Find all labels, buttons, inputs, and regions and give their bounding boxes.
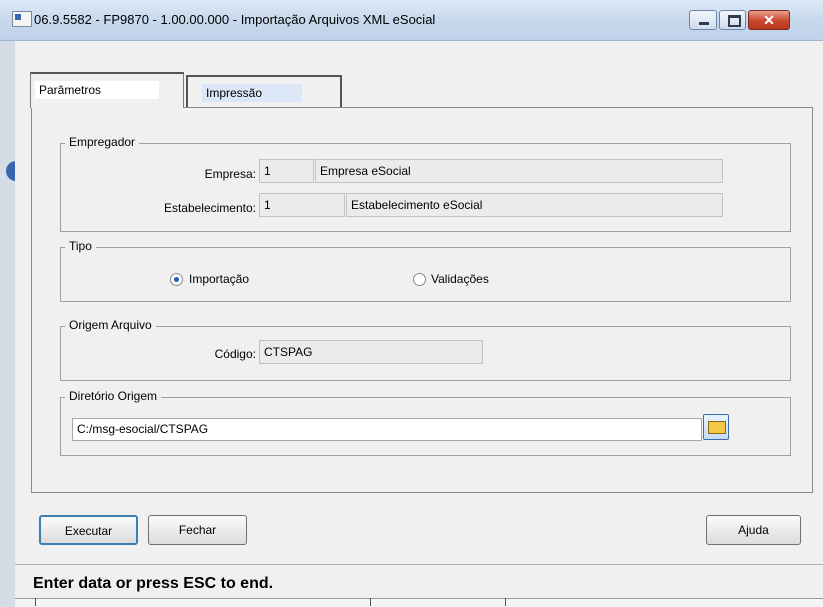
group-diretorio-legend: Diretório Origem (65, 389, 162, 403)
estabelecimento-code-field[interactable]: 1 (259, 193, 345, 217)
group-empregador: Empregador (60, 135, 791, 232)
minimize-button[interactable] (689, 10, 717, 30)
divider (505, 598, 506, 606)
empresa-label: Empresa: (204, 167, 256, 181)
radio-validacoes-label[interactable]: Validações (431, 272, 489, 286)
estabelecimento-label: Estabelecimento: (163, 201, 256, 215)
maximize-button[interactable] (719, 10, 746, 30)
estabelecimento-name-field[interactable]: Estabelecimento eSocial (346, 193, 723, 217)
radio-validacoes[interactable] (413, 273, 426, 286)
close-button[interactable]: ✕ (748, 10, 790, 30)
tab-parametros-label: Parâmetros (35, 81, 159, 99)
tab-parametros[interactable]: Parâmetros (30, 72, 184, 108)
maximize-icon (728, 15, 741, 27)
fechar-button[interactable]: Fechar (148, 515, 247, 545)
empresa-code-field[interactable]: 1 (259, 159, 314, 183)
group-origem-legend: Origem Arquivo (65, 318, 156, 332)
tab-impressao-label: Impressão (202, 84, 302, 102)
window-title: 06.9.5582 - FP9870 - 1.00.00.000 - Impor… (34, 12, 436, 27)
divider (35, 598, 36, 606)
ajuda-button[interactable]: Ajuda (706, 515, 801, 545)
background-window-strip (0, 41, 15, 606)
codigo-field[interactable]: CTSPAG (259, 340, 483, 364)
status-message: Enter data or press ESC to end. (33, 575, 274, 592)
executar-button[interactable]: Executar (39, 515, 138, 545)
app-window-icon[interactable] (12, 11, 32, 27)
browse-folder-button[interactable] (703, 414, 729, 440)
minimize-icon (699, 22, 709, 25)
tab-impressao[interactable]: Impressão (186, 75, 342, 108)
folder-open-icon (708, 421, 726, 434)
close-icon: ✕ (763, 12, 775, 28)
group-tipo-legend: Tipo (65, 239, 96, 253)
empresa-name-field[interactable]: Empresa eSocial (315, 159, 723, 183)
group-empregador-legend: Empregador (65, 135, 140, 149)
divider (370, 598, 371, 606)
directory-path-input[interactable]: C:/msg-esocial/CTSPAG (72, 418, 702, 441)
group-tipo: Tipo (60, 239, 791, 302)
codigo-label: Código: (214, 347, 256, 361)
radio-importacao[interactable] (170, 273, 183, 286)
radio-importacao-label[interactable]: Importação (189, 272, 249, 286)
